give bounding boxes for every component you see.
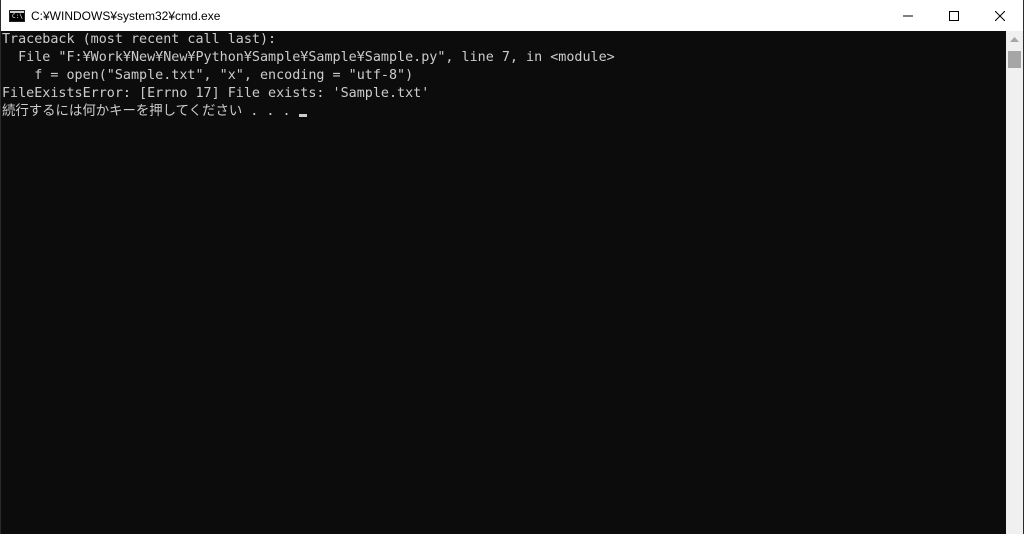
close-icon <box>995 10 1005 21</box>
window-controls <box>885 0 1023 31</box>
vertical-scrollbar[interactable] <box>1006 31 1023 534</box>
title-bar[interactable]: C:\ C:¥WINDOWS¥system32¥cmd.exe <box>1 0 1023 31</box>
console-line: FileExistsError: [Errno 17] File exists:… <box>2 86 430 101</box>
text-cursor <box>298 114 307 117</box>
maximize-icon <box>949 10 959 21</box>
cmd-icon-label: C:\ <box>12 12 23 20</box>
minimize-button[interactable] <box>885 0 931 31</box>
cmd-window: C:\ C:¥WINDOWS¥system32¥cmd.exe Tracebac… <box>0 0 1024 534</box>
console-prompt-text: 続行するには何かキーを押してください . . . <box>2 104 299 119</box>
chevron-up-icon <box>1010 37 1019 42</box>
console-prompt-line: 続行するには何かキーを押してください . . . <box>2 103 307 121</box>
console-line: Traceback (most recent call last): <box>2 32 277 47</box>
window-title: C:¥WINDOWS¥system32¥cmd.exe <box>31 8 221 23</box>
close-button[interactable] <box>977 0 1023 31</box>
cmd-icon[interactable]: C:\ <box>9 9 25 22</box>
console-line: f = open("Sample.txt", "x", encoding = "… <box>2 68 414 83</box>
minimize-icon <box>903 15 913 16</box>
console-output[interactable]: Traceback (most recent call last): File … <box>1 31 1006 534</box>
console-line: File "F:¥Work¥New¥New¥Python¥Sample¥Samp… <box>2 50 615 65</box>
scrollbar-thumb[interactable] <box>1008 51 1021 68</box>
maximize-button[interactable] <box>931 0 977 31</box>
scroll-up-button[interactable] <box>1006 31 1023 48</box>
